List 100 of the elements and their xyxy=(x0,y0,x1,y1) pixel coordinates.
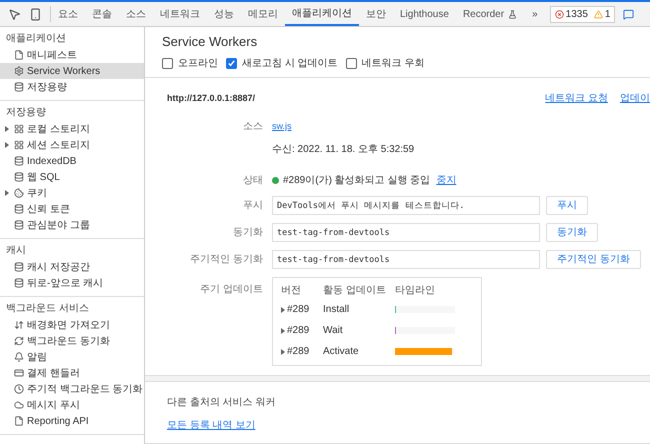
input-field[interactable]: test-tag-from-devtools xyxy=(272,223,540,242)
grid-icon xyxy=(14,140,24,150)
expand-arrow-icon[interactable] xyxy=(5,142,9,148)
arrows-icon xyxy=(14,320,24,330)
field-label: 주기적인 동기화 xyxy=(189,253,263,267)
panel-tab[interactable]: 보안 xyxy=(359,2,393,26)
sidebar-item[interactable]: 관심분야 그룹 xyxy=(0,217,144,233)
card-icon xyxy=(14,368,24,378)
panel-tab[interactable]: 콘솔 xyxy=(85,2,119,26)
cookie-icon xyxy=(14,188,24,198)
item-label: 세션 스토리지 xyxy=(27,138,90,152)
input-field[interactable]: DevTools에서 푸시 메시지를 테스트합니다. xyxy=(272,196,540,215)
column-header: 버전 xyxy=(281,284,302,298)
flask-icon xyxy=(508,10,518,18)
device-icon[interactable] xyxy=(29,8,42,20)
input-field[interactable]: test-tag-from-devtools xyxy=(272,250,540,269)
column-header: 타임라인 xyxy=(395,284,436,298)
inspect-icon[interactable] xyxy=(8,8,21,20)
sidebar-item[interactable]: 쿠키 xyxy=(0,185,144,201)
panel-tab[interactable]: Recorder xyxy=(456,2,524,26)
settings-icon xyxy=(14,66,24,76)
checkbox[interactable] xyxy=(226,58,237,69)
stop-link[interactable]: 중지 xyxy=(436,173,456,188)
sidebar-item[interactable]: Reporting API xyxy=(0,413,144,429)
sidebar-item[interactable]: 결제 핸들러 xyxy=(0,365,144,381)
all-registrations-link[interactable]: 모든 등록 내역 보기 xyxy=(167,418,256,433)
status-text: #289이(가) 활성화되고 실행 중입 xyxy=(283,174,430,188)
action-button[interactable]: 푸시 xyxy=(546,196,588,215)
grid-icon xyxy=(14,124,24,134)
sidebar-item[interactable]: 메시지 푸시 xyxy=(0,397,144,413)
expand-arrow-icon[interactable] xyxy=(281,348,285,354)
file-icon xyxy=(14,416,24,426)
expand-arrow-icon[interactable] xyxy=(5,190,9,196)
more-tabs-button[interactable]: » xyxy=(524,6,546,22)
database-icon xyxy=(14,278,24,288)
item-label: 신뢰 토큰 xyxy=(27,202,70,216)
database-icon xyxy=(14,82,24,92)
header-link[interactable]: 업데이 xyxy=(620,91,650,106)
sidebar-item[interactable]: Service Workers xyxy=(0,63,144,79)
sidebar-item[interactable]: 매니페스트 xyxy=(0,47,144,63)
item-label: 백그라운드 동기화 xyxy=(27,334,110,348)
issues-counter[interactable]: 1335 1 xyxy=(550,6,616,22)
expand-arrow-icon[interactable] xyxy=(281,328,285,334)
sidebar-item[interactable]: 캐시 저장공간 xyxy=(0,259,144,275)
section-header: 백그라운드 서비스 xyxy=(5,302,90,316)
sidebar-item[interactable]: 알림 xyxy=(0,349,144,365)
panel-tab[interactable]: 요소 xyxy=(51,2,85,26)
item-label: 배경화면 가져오기 xyxy=(27,318,110,332)
database-icon xyxy=(14,156,24,166)
bell-icon xyxy=(14,352,24,362)
section-header: 저장용량 xyxy=(5,106,47,120)
section-header: 캐시 xyxy=(5,244,27,258)
clock-icon xyxy=(14,384,24,394)
checkbox[interactable] xyxy=(162,58,173,69)
item-label: 쿠키 xyxy=(27,186,47,200)
database-icon xyxy=(14,262,24,272)
sidebar-item[interactable]: 백그라운드 동기화 xyxy=(0,333,144,349)
sync-icon xyxy=(14,336,24,346)
warning-count: 1 xyxy=(604,8,610,22)
field-label: 주기 업데이트 xyxy=(199,283,263,297)
action-button[interactable]: 동기화 xyxy=(546,223,598,242)
item-label: 웹 SQL xyxy=(27,170,60,184)
received-time: 수신: 2022. 11. 18. 오후 5:32:59 xyxy=(272,143,416,157)
source-link[interactable]: sw.js xyxy=(272,120,650,134)
panel-tab[interactable]: 네트워크 xyxy=(153,2,207,26)
expand-arrow-icon[interactable] xyxy=(5,126,9,132)
cloud-icon xyxy=(14,400,24,410)
column-header: 활동 업데이트 xyxy=(323,284,387,298)
activity-cell-text: Wait xyxy=(323,324,344,338)
item-label: IndexedDB xyxy=(27,154,76,168)
sidebar-item[interactable]: IndexedDB xyxy=(0,153,144,169)
sidebar-item[interactable]: 주기적 백그라운드 동기화 xyxy=(0,381,144,397)
action-button[interactable]: 주기적인 동기화 xyxy=(546,250,641,269)
expand-arrow-icon[interactable] xyxy=(281,306,285,312)
sidebar-item[interactable]: 로컬 스토리지 xyxy=(0,121,144,137)
panel-tab[interactable]: 성능 xyxy=(207,2,241,26)
database-icon xyxy=(14,204,24,214)
panel-tab[interactable]: 소스 xyxy=(119,2,153,26)
message-icon[interactable] xyxy=(623,8,634,20)
version-cell[interactable]: #289 xyxy=(281,323,323,338)
item-label: Reporting API xyxy=(27,414,89,428)
section-header: 애플리케이션 xyxy=(5,32,67,46)
header-link[interactable]: 네트워크 요청 xyxy=(545,91,608,106)
sidebar-item[interactable]: 웹 SQL xyxy=(0,169,144,185)
sidebar-item[interactable]: 세션 스토리지 xyxy=(0,137,144,153)
panel-tab[interactable]: 메모리 xyxy=(241,2,285,26)
checkbox[interactable] xyxy=(346,58,357,69)
version-cell[interactable]: #289 xyxy=(281,344,323,359)
sidebar-item[interactable]: 배경화면 가져오기 xyxy=(0,317,144,333)
sidebar-item[interactable]: 신뢰 토큰 xyxy=(0,201,144,217)
option-label: 오프라인 xyxy=(178,57,218,71)
activity-cell-text: Install xyxy=(323,303,350,317)
item-label: 뒤로-앞으로 캐시 xyxy=(27,276,104,290)
item-label: 관심분야 그룹 xyxy=(27,218,90,232)
version-cell[interactable]: #289 xyxy=(281,302,323,317)
sidebar-item[interactable]: 저장용량 xyxy=(0,79,144,95)
field-label: 소스 xyxy=(242,120,263,134)
sidebar-item[interactable]: 뒤로-앞으로 캐시 xyxy=(0,275,144,291)
panel-tab[interactable]: Lighthouse xyxy=(393,2,456,26)
item-label: Service Workers xyxy=(27,64,100,78)
